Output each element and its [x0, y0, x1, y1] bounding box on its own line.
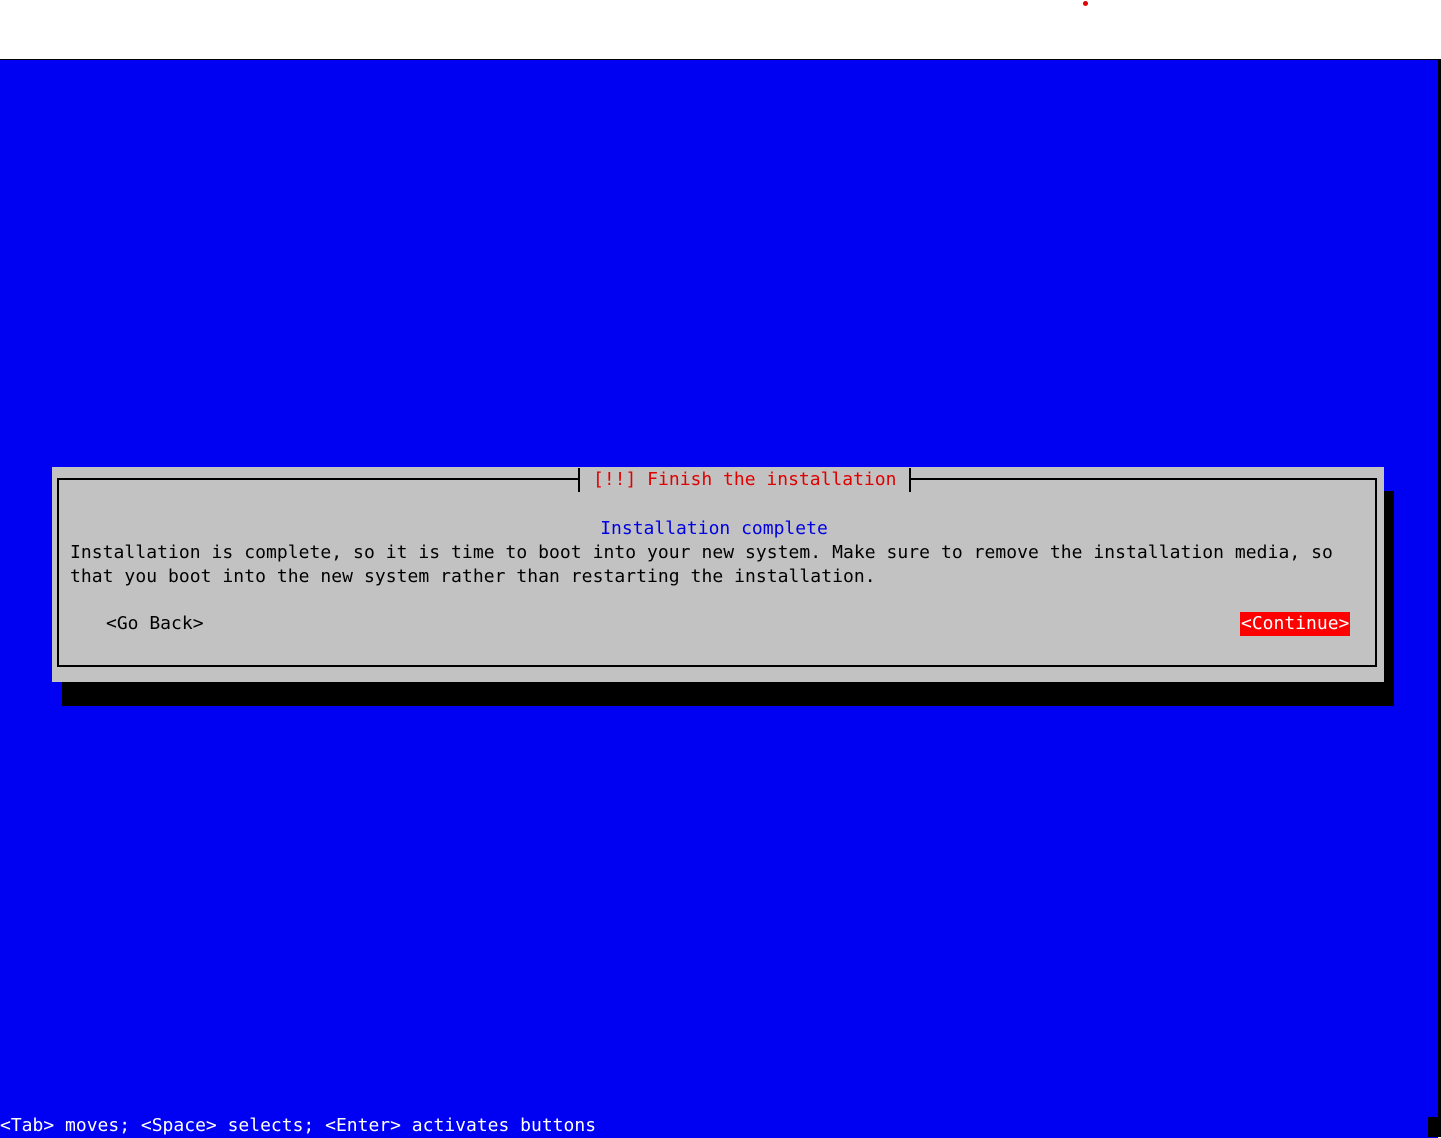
dialog-title: [!!] Finish the installation: [578, 468, 912, 492]
dialog-subtitle: Installation complete: [600, 518, 828, 539]
finish-installation-dialog: [!!] Finish the installation Installatio…: [52, 467, 1384, 682]
record-indicator-icon: [1083, 1, 1088, 6]
top-bar: [0, 0, 1441, 59]
go-back-button[interactable]: <Go Back>: [106, 612, 204, 636]
screen-corner: [1428, 1117, 1441, 1137]
dialog-message: Installation is complete, so it is time …: [70, 542, 1333, 587]
continue-button[interactable]: <Continue>: [1240, 612, 1351, 636]
keyboard-help-status-line: <Tab> moves; <Space> selects; <Enter> ac…: [0, 1115, 597, 1136]
